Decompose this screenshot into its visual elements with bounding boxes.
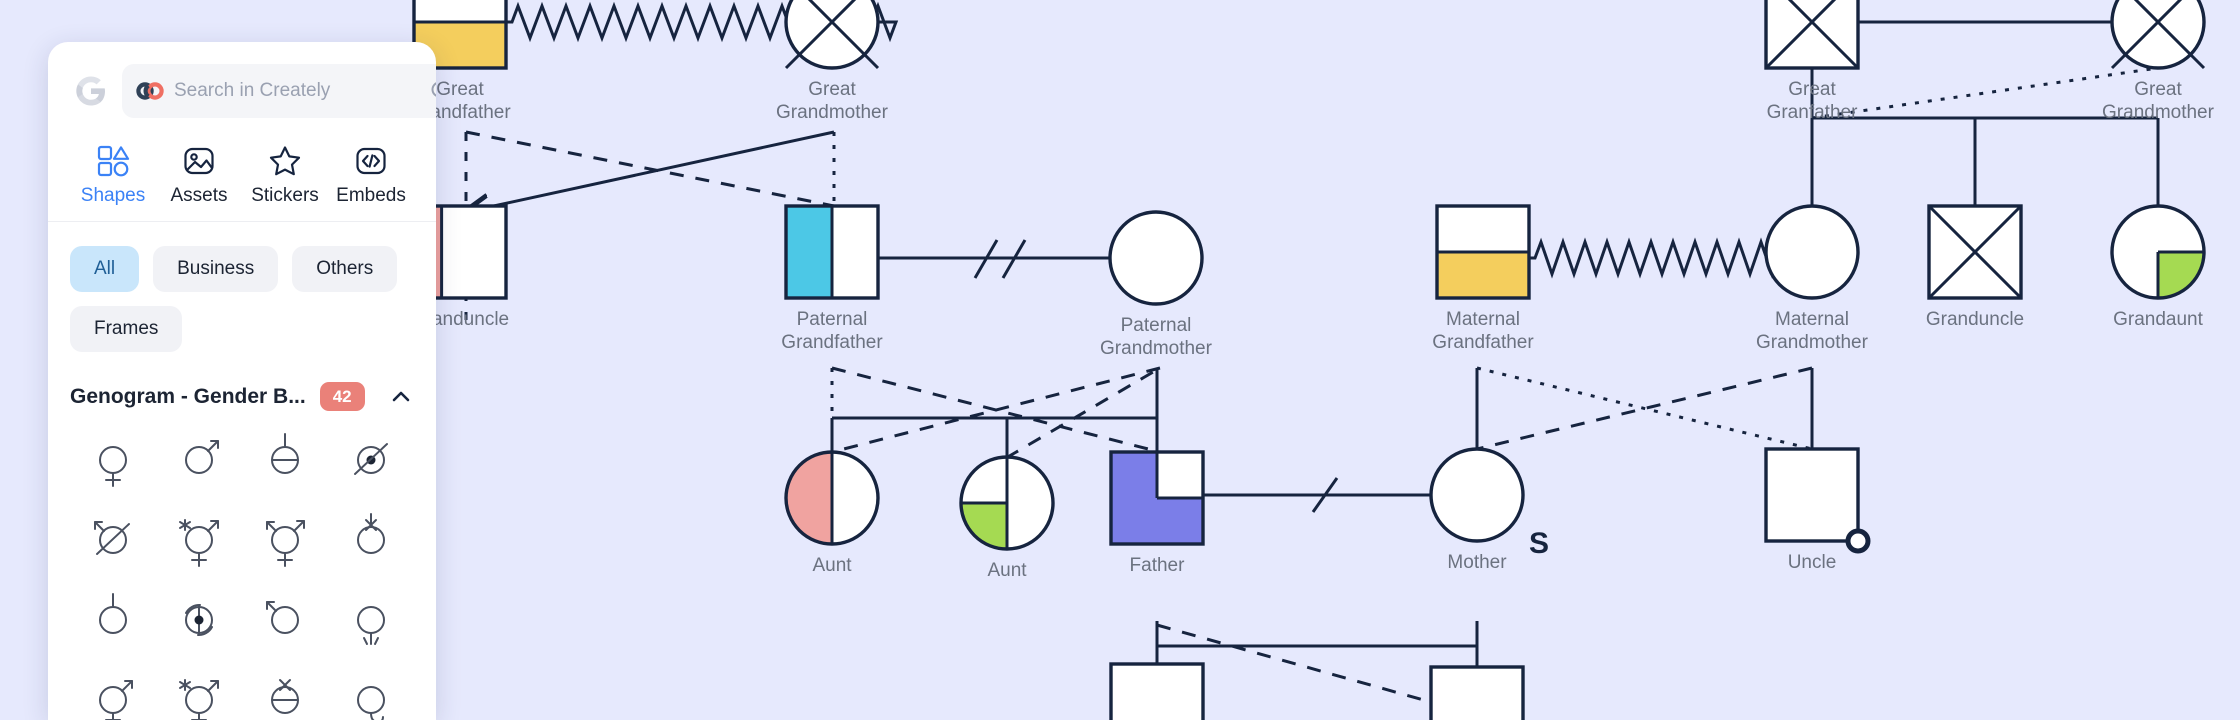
genogram-node-granduncle_r[interactable]: Granduncle [1926, 204, 2024, 330]
panel-search-row [48, 42, 436, 118]
shape-thumb-gender-asterisk-stem[interactable] [328, 505, 414, 577]
shape-thumb-gender-tail-circle[interactable] [328, 665, 414, 720]
filter-chip-frames[interactable]: Frames [70, 306, 183, 352]
filter-chip-all[interactable]: All [70, 246, 140, 292]
tab-shapes-label: Shapes [80, 185, 146, 206]
genogram-node-ggf_r[interactable]: GreatGranfather [1764, 0, 1860, 123]
tab-embeds-label: Embeds [336, 185, 406, 206]
node-label-ggm_l: Great [808, 79, 856, 100]
genogram-node-uncle[interactable]: Uncle [1764, 447, 1871, 573]
shape-thumb-gender-neuter-cross-bar[interactable] [242, 665, 328, 720]
shape-thumb-gender-neuter-vertical[interactable] [242, 425, 328, 497]
shape-thumb-gender-female-venus[interactable] [70, 425, 156, 497]
genogram-node-pgf[interactable]: PaternalGrandfather [781, 204, 883, 353]
tab-stickers-label: Stickers [251, 185, 319, 206]
node-label-ggf_r: Great [1788, 79, 1836, 100]
image-icon [182, 144, 216, 178]
node-label2-mgm: Grandmother [1756, 332, 1869, 353]
shape-thumbnail-grid[interactable] [48, 411, 436, 720]
tab-embeds[interactable]: Embeds [328, 136, 414, 221]
filter-chip-others[interactable]: Others [292, 246, 398, 292]
shape-thumb-gender-transgender-star-arrow[interactable] [156, 505, 242, 577]
code-icon [354, 144, 388, 178]
shape-thumb-gender-male-mars[interactable] [156, 425, 242, 497]
node-label-aunt2: Aunt [987, 560, 1027, 581]
node-label-uncle: Uncle [1788, 552, 1837, 573]
shape-thumb-gender-transgender-star-arrow-alt[interactable] [156, 665, 242, 720]
creately-logo-icon [136, 81, 164, 101]
node-label-mother: Mother [1447, 552, 1507, 573]
node-marker-mother: S [1529, 527, 1549, 560]
genogram-node-child1[interactable] [1109, 662, 1205, 720]
node-label-grandaunt: Grandaunt [2113, 309, 2204, 330]
node-label2-ggm_l: Grandmother [776, 102, 889, 123]
node-label2-ggm_r: Grandmother [2102, 102, 2215, 123]
genogram-node-father[interactable]: Father [1109, 450, 1205, 576]
node-label2-ggf_r: Granfather [1767, 102, 1858, 123]
node-label2-pgm: Grandmother [1100, 338, 1213, 359]
genogram-node-mgf[interactable]: MaternalGrandfather [1432, 204, 1534, 353]
search-input[interactable] [174, 80, 419, 102]
shape-thumb-gender-arrow-upleft-circle[interactable] [242, 585, 328, 657]
filter-chip-others-label: Others [316, 258, 374, 279]
genogram-node-child2[interactable] [1429, 665, 1525, 720]
resize-handle-uncle[interactable] [1845, 528, 1871, 554]
shape-thumb-gender-female-trident[interactable] [328, 585, 414, 657]
shapes-icon [96, 144, 130, 178]
chevron-up-icon[interactable] [388, 384, 414, 410]
node-label2-mgf: Grandfather [1432, 332, 1534, 353]
google-g-icon[interactable] [74, 74, 108, 108]
relation-dashed-children [1156, 623, 1478, 717]
node-label-father: Father [1130, 555, 1186, 576]
panel-tab-bar: Shapes Assets Stickers Embeds [48, 118, 436, 222]
genogram-node-aunt1[interactable]: Aunt [784, 450, 880, 576]
relation-dashed-aunt2-up [1005, 366, 1161, 460]
shape-thumb-gender-stem-circle[interactable] [70, 585, 156, 657]
shape-count-badge: 42 [319, 382, 365, 412]
genogram-node-aunt2[interactable]: Aunt [959, 455, 1055, 581]
filter-chip-row: All Business Others Frames [48, 222, 436, 352]
tab-shapes[interactable]: Shapes [70, 136, 156, 221]
shape-thumb-gender-male-arrow-stem[interactable] [70, 665, 156, 720]
node-label-pgf: Paternal [797, 309, 868, 330]
filter-chip-all-label: All [94, 258, 116, 279]
node-label2-pgf: Grandfather [781, 332, 883, 353]
genogram-node-pgm[interactable]: PaternalGrandmother [1100, 210, 1213, 359]
tab-assets[interactable]: Assets [156, 136, 242, 221]
shape-thumb-gender-intersex-dot-arrows[interactable] [328, 425, 414, 497]
filter-chip-business-label: Business [177, 258, 255, 279]
genogram-node-ggm_l[interactable]: GreatGrandmother [776, 0, 889, 123]
node-label-pgm: Paternal [1121, 315, 1192, 336]
tab-assets-label: Assets [170, 185, 228, 206]
shape-thumb-gender-agender-diagonal-arrows[interactable] [70, 505, 156, 577]
node-label-ggm_r: Great [2134, 79, 2182, 100]
node-label-aunt1: Aunt [812, 555, 852, 576]
genogram-node-ggm_r[interactable]: GreatGrandmother [2102, 0, 2215, 123]
genogram-node-mother[interactable]: S Mother [1429, 447, 1549, 573]
search-icon[interactable] [429, 79, 436, 103]
genogram-node-mgm[interactable]: MaternalGrandmother [1756, 204, 1869, 353]
creately-editor-window: Great Grandfather Great Grandmother Great Gra… [0, 0, 2240, 720]
genogram-node-grandaunt[interactable]: Grandaunt [2110, 204, 2206, 330]
filter-chip-business[interactable]: Business [153, 246, 279, 292]
search-field-wrapper[interactable] [122, 64, 436, 118]
tab-stickers[interactable]: Stickers [242, 136, 328, 221]
filter-chip-frames-label: Frames [94, 318, 159, 339]
node-label-ggf_l: Great [436, 79, 484, 100]
shape-thumb-gender-transgender-arrows[interactable] [242, 505, 328, 577]
star-icon [268, 144, 302, 178]
node-label-mgm: Maternal [1775, 309, 1849, 330]
shape-thumb-gender-spiral-target-dot[interactable] [156, 585, 242, 657]
shape-library-panel[interactable]: Shapes Assets Stickers [48, 42, 436, 720]
shape-category-title: Genogram - Gender B... [70, 384, 306, 408]
node-label-granduncle_r: Granduncle [1926, 309, 2024, 330]
node-label-mgf: Maternal [1446, 309, 1520, 330]
shape-category-header[interactable]: Genogram - Gender B... 42 [48, 352, 436, 412]
